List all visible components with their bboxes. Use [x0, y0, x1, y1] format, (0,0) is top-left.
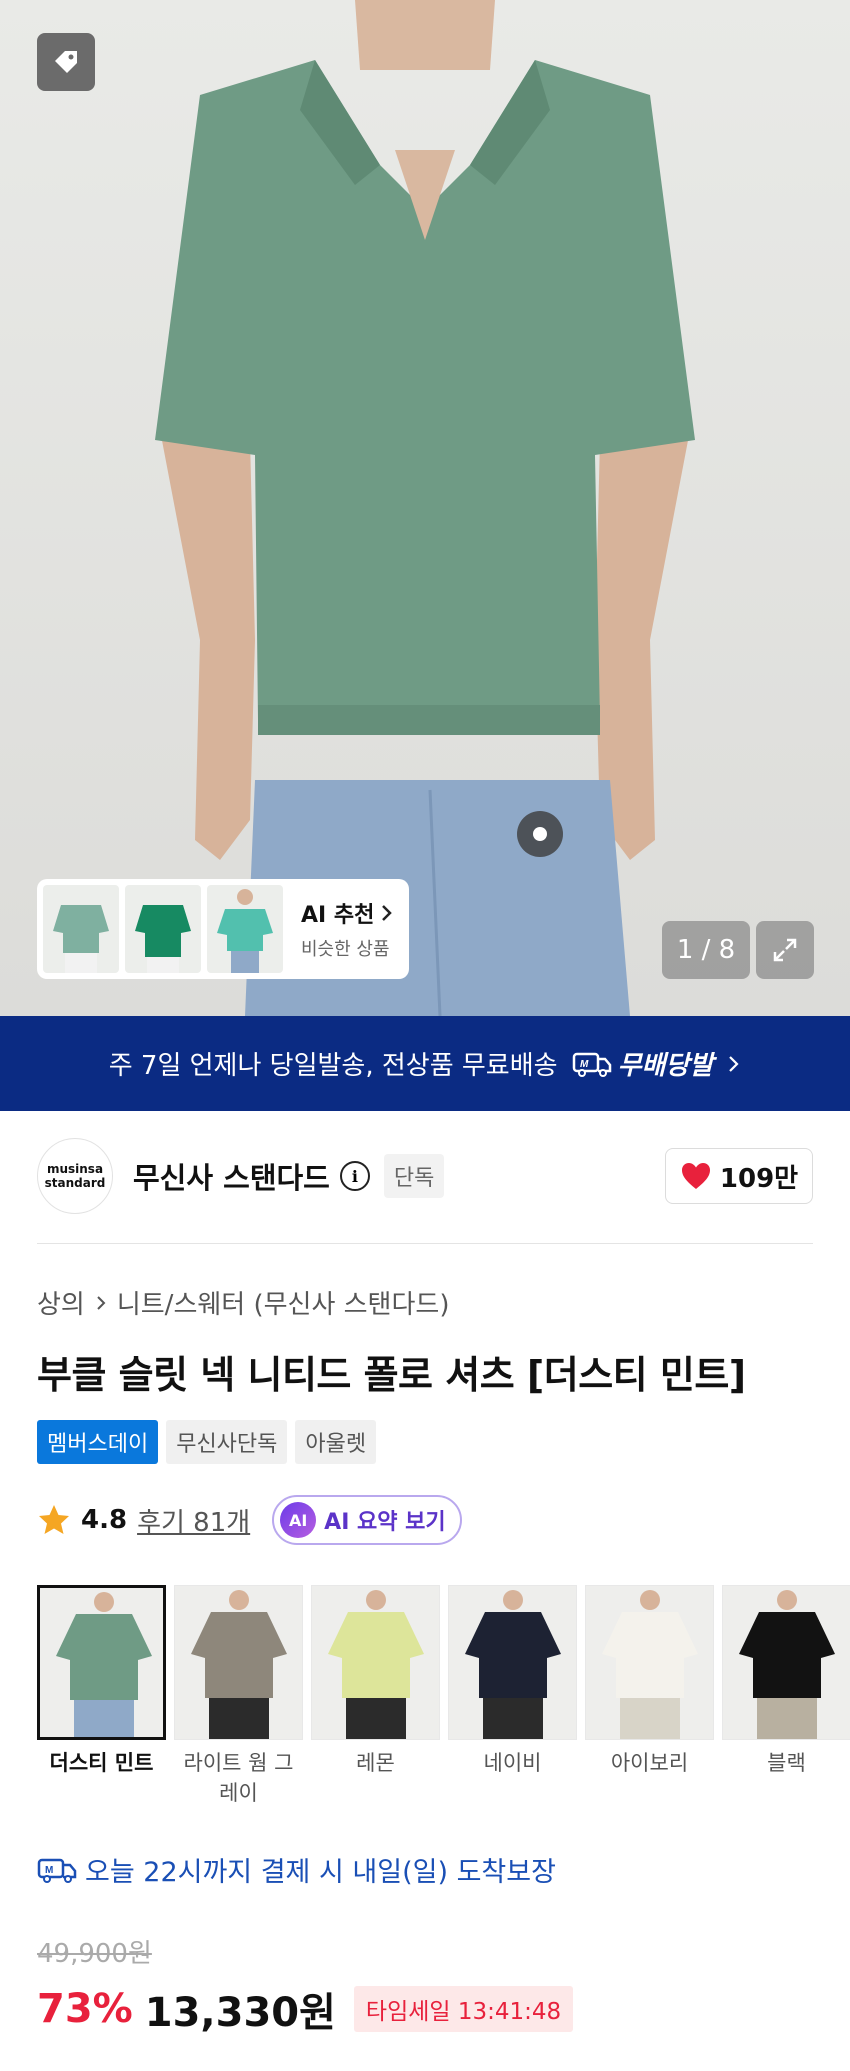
- ai-summary-label: AI 요약 보기: [324, 1510, 446, 1535]
- ai-thumb-1: [43, 885, 119, 973]
- svg-text:M: M: [45, 1865, 53, 1876]
- color-label: 더스티 민트: [49, 1751, 154, 1775]
- color-thumbnail: [722, 1585, 850, 1740]
- original-price: 49,900원: [37, 1939, 152, 1969]
- product-image-gallery[interactable]: AI 추천 비슷한 상품 1 / 8: [0, 0, 850, 1016]
- color-thumbnail: [37, 1585, 166, 1740]
- product-photo: [0, 0, 850, 1016]
- badge-outlet: 아울렛: [295, 1420, 377, 1464]
- color-thumbnail: [311, 1585, 440, 1740]
- color-label: 블랙: [767, 1751, 806, 1775]
- ai-badge-icon: AI: [280, 1502, 317, 1538]
- discount-rate: 73%: [37, 1986, 133, 2032]
- like-button[interactable]: 109만: [665, 1148, 813, 1204]
- color-option[interactable]: 아이보리: [585, 1585, 714, 1808]
- ai-recommend-subtitle: 비슷한 상품: [301, 939, 390, 960]
- ai-recommend-title: AI 추천: [301, 903, 375, 928]
- free-shipping-banner[interactable]: 주 7일 언제나 당일발송, 전상품 무료배송 M 무배당발: [0, 1016, 850, 1111]
- breadcrumb-category[interactable]: 상의: [37, 1284, 85, 1321]
- divider: [37, 1243, 813, 1244]
- breadcrumb: 상의 니트/스웨터 (무신사 스탠다드): [37, 1284, 449, 1321]
- ai-recommend-card[interactable]: AI 추천 비슷한 상품: [37, 879, 409, 979]
- delivery-guarantee[interactable]: M 오늘 22시까지 결제 시 내일(일) 도착보장: [37, 1850, 556, 1889]
- color-thumbnail: [448, 1585, 577, 1740]
- ai-summary-button[interactable]: AI AI 요약 보기: [272, 1495, 462, 1545]
- price-tag-icon: [55, 51, 77, 73]
- color-option[interactable]: 레몬: [311, 1585, 440, 1808]
- color-label: 라이트 웜 그레이: [183, 1751, 294, 1805]
- info-icon[interactable]: i: [339, 1161, 370, 1191]
- banner-brand: 무배당발: [617, 1051, 714, 1081]
- banner-text: 주 7일 언제나 당일발송, 전상품 무료배송: [108, 1051, 558, 1081]
- hotspot-dot[interactable]: [517, 811, 563, 857]
- ai-thumb-2: [125, 885, 201, 973]
- rating-value: 4.8: [81, 1505, 128, 1535]
- brand-name[interactable]: 무신사 스탠다드: [133, 1155, 330, 1197]
- star-icon: [39, 1505, 69, 1534]
- delivery-text: 오늘 22시까지 결제 시 내일(일) 도착보장: [85, 1857, 556, 1888]
- heart-icon: [681, 1163, 710, 1189]
- delivery-truck-icon: M: [572, 1052, 611, 1077]
- color-thumbnail: [174, 1585, 303, 1740]
- product-title: 부클 슬릿 넥 니티드 폴로 셔츠 [더스티 민트]: [37, 1353, 746, 1397]
- reviews-link[interactable]: 후기 81개: [137, 1502, 250, 1539]
- like-count: 109만: [719, 1163, 799, 1194]
- chevron-right-icon: [382, 905, 393, 921]
- color-label: 아이보리: [610, 1751, 689, 1775]
- product-badges: 멤버스데이 무신사단독 아울렛: [37, 1420, 377, 1464]
- color-option[interactable]: 라이트 웜 그레이: [174, 1585, 303, 1808]
- sale-price: 13,330원: [144, 1990, 336, 2036]
- brand-row: musinsa standard 무신사 스탠다드 i 단독 109만: [37, 1138, 813, 1214]
- color-option[interactable]: 더스티 민트: [37, 1585, 166, 1808]
- tag-button[interactable]: [37, 33, 95, 91]
- color-label: 네이비: [483, 1751, 542, 1775]
- chevron-right-icon: [97, 1295, 106, 1310]
- delivery-truck-icon: M: [37, 1858, 77, 1883]
- svg-text:M: M: [580, 1059, 589, 1070]
- brand-logo[interactable]: musinsa standard: [37, 1138, 113, 1214]
- ai-thumb-3: [207, 885, 283, 973]
- color-label: 레몬: [356, 1751, 395, 1775]
- fullscreen-button[interactable]: [756, 921, 814, 979]
- color-option[interactable]: 블랙: [722, 1585, 850, 1808]
- exclusive-badge: 단독: [383, 1154, 445, 1198]
- badge-exclusive: 무신사단독: [166, 1420, 288, 1464]
- timesale-badge: 타임세일 13:41:48: [353, 1986, 574, 2032]
- expand-icon: [773, 938, 797, 962]
- chevron-right-icon: [729, 1055, 739, 1072]
- breadcrumb-subcategory[interactable]: 니트/스웨터 (무신사 스탠다드): [117, 1284, 450, 1321]
- price-row: 73% 13,330원 타임세일 13:41:48: [37, 1980, 574, 2038]
- image-counter: 1 / 8: [662, 921, 750, 979]
- color-thumbnail: [585, 1585, 714, 1740]
- color-options: 더스티 민트 라이트 웜 그레이 레몬 네이비 아이보리 블랙: [37, 1585, 850, 1808]
- badge-membersday: 멤버스데이: [37, 1420, 159, 1464]
- rating-row: 4.8 후기 81개 AI AI 요약 보기: [37, 1495, 462, 1545]
- color-option[interactable]: 네이비: [448, 1585, 577, 1808]
